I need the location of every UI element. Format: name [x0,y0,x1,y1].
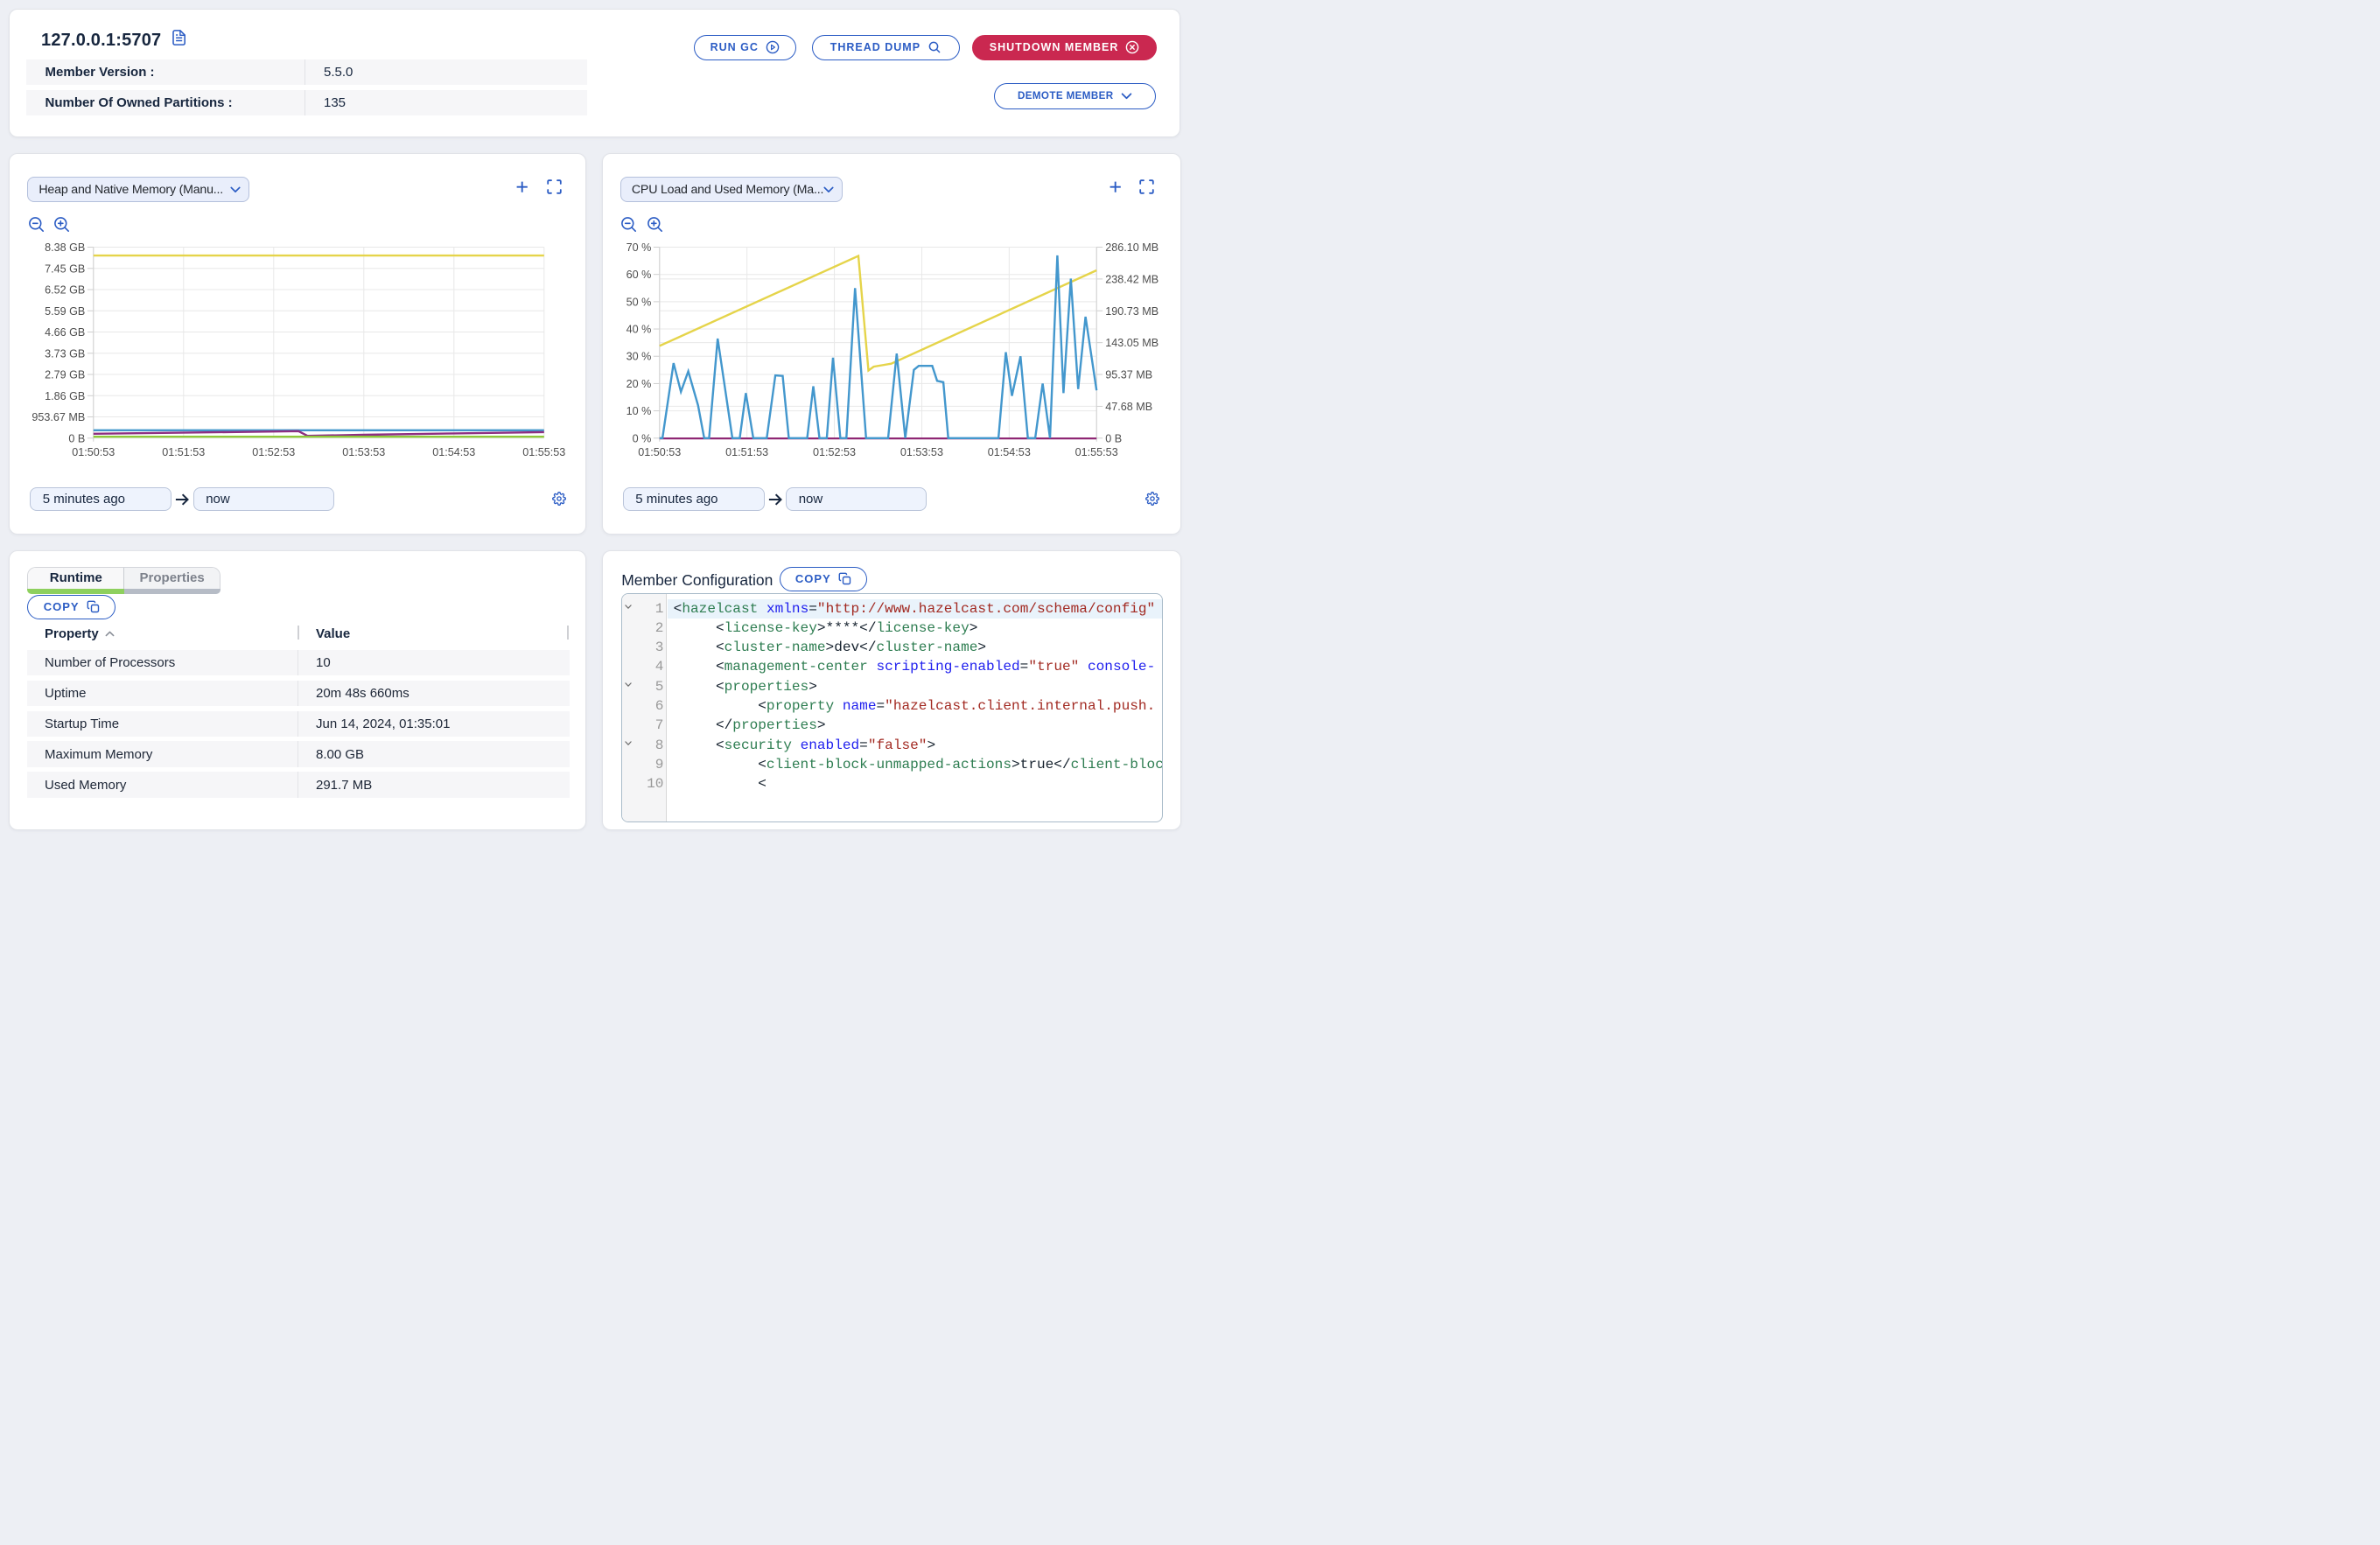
svg-text:60 %: 60 % [626,269,651,281]
svg-text:20 %: 20 % [626,377,651,389]
svg-text:4.66 GB: 4.66 GB [45,326,85,339]
svg-text:6.52 GB: 6.52 GB [45,283,85,296]
svg-text:01:53:53: 01:53:53 [342,445,385,458]
svg-text:1.86 GB: 1.86 GB [45,389,85,402]
svg-text:40 %: 40 % [626,323,651,335]
svg-text:238.42 MB: 238.42 MB [1105,273,1158,285]
svg-text:953.67 MB: 953.67 MB [32,411,85,423]
svg-text:7.45 GB: 7.45 GB [45,262,85,275]
svg-text:70 %: 70 % [626,241,651,254]
svg-text:10 %: 10 % [626,405,651,417]
svg-text:143.05 MB: 143.05 MB [1105,337,1158,349]
svg-text:01:52:53: 01:52:53 [252,445,295,458]
svg-text:01:55:53: 01:55:53 [522,445,565,458]
svg-text:30 %: 30 % [626,350,651,362]
svg-text:5.59 GB: 5.59 GB [45,304,85,317]
svg-text:01:55:53: 01:55:53 [1074,445,1117,458]
svg-text:01:52:53: 01:52:53 [813,445,856,458]
svg-text:95.37 MB: 95.37 MB [1105,368,1152,381]
svg-text:01:51:53: 01:51:53 [725,445,768,458]
svg-text:47.68 MB: 47.68 MB [1105,400,1152,412]
svg-text:01:54:53: 01:54:53 [432,445,475,458]
svg-text:2.79 GB: 2.79 GB [45,368,85,381]
svg-text:0 %: 0 % [632,432,651,444]
svg-text:3.73 GB: 3.73 GB [45,347,85,360]
svg-text:01:51:53: 01:51:53 [162,445,205,458]
svg-text:01:50:53: 01:50:53 [72,445,115,458]
svg-text:0 B: 0 B [68,432,85,444]
svg-text:01:53:53: 01:53:53 [900,445,942,458]
svg-text:286.10 MB: 286.10 MB [1105,241,1158,254]
svg-text:8.38 GB: 8.38 GB [45,241,85,254]
svg-text:190.73 MB: 190.73 MB [1105,304,1158,317]
svg-text:50 %: 50 % [626,296,651,308]
svg-text:01:50:53: 01:50:53 [638,445,681,458]
svg-text:01:54:53: 01:54:53 [987,445,1030,458]
svg-text:0 B: 0 B [1105,432,1122,444]
